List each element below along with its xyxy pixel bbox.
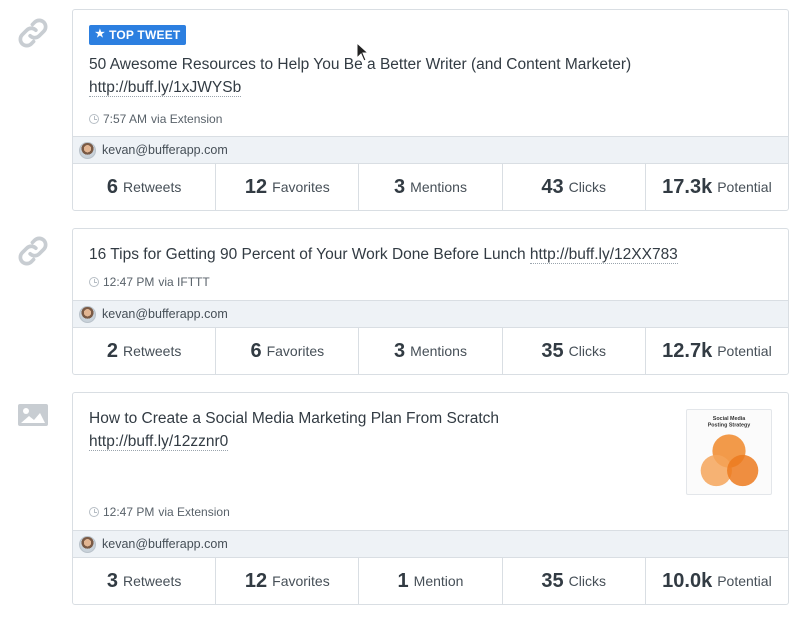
stat-label: Retweets bbox=[122, 573, 182, 589]
post-via: via IFTTT bbox=[158, 275, 210, 289]
account-bar: kevan@bufferapp.com bbox=[73, 136, 788, 164]
star-icon: ★ bbox=[95, 28, 106, 40]
clock-icon bbox=[89, 114, 99, 124]
post-meta: 12:47 PM via IFTTT bbox=[89, 275, 210, 289]
stat-number: 1 bbox=[397, 569, 409, 592]
stat-clicks[interactable]: 35 Clicks bbox=[501, 328, 645, 374]
stat-label: Mentions bbox=[410, 343, 467, 359]
stat-clicks[interactable]: 43 Clicks bbox=[501, 164, 645, 210]
post-link[interactable]: http://buff.ly/12zznr0 bbox=[89, 433, 229, 451]
post-text-content: 16 Tips for Getting 90 Percent of Your W… bbox=[89, 246, 526, 263]
stat-label: Potential bbox=[717, 343, 772, 359]
stat-label: Retweets bbox=[122, 343, 182, 359]
stat-number: 3 bbox=[394, 339, 406, 362]
clock-icon bbox=[89, 277, 99, 287]
stat-label: Mention bbox=[413, 573, 464, 589]
stat-clicks[interactable]: 35 Clicks bbox=[501, 558, 645, 604]
post-meta: 12:47 PM via Extension bbox=[89, 505, 230, 519]
stat-number: 6 bbox=[250, 339, 262, 362]
thumbnail-title-line1: Social Media bbox=[713, 416, 746, 422]
post-link[interactable]: http://buff.ly/12XX783 bbox=[529, 246, 678, 264]
mouse-cursor-icon bbox=[356, 41, 370, 62]
post-time: 7:57 AM bbox=[103, 112, 148, 126]
post-meta: 7:57 AM via Extension bbox=[89, 112, 222, 126]
post-thumbnail[interactable]: Social Media Posting Strategy bbox=[686, 409, 772, 495]
stat-label: Clicks bbox=[568, 573, 606, 589]
stat-number: 12 bbox=[244, 569, 268, 592]
post-time: 12:47 PM bbox=[103, 275, 155, 289]
stat-retweets[interactable]: 6 Retweets bbox=[73, 164, 215, 210]
stat-mentions[interactable]: 3 Mentions bbox=[358, 164, 501, 210]
stat-potential[interactable]: 12.7k Potential bbox=[644, 328, 788, 374]
account-email: kevan@bufferapp.com bbox=[102, 537, 228, 551]
stat-retweets[interactable]: 2 Retweets bbox=[73, 328, 215, 374]
stat-label: Potential bbox=[717, 573, 772, 589]
post-card: ★ TOP TWEET 50 Awesome Resources to Help… bbox=[72, 9, 789, 211]
stat-number: 6 bbox=[106, 175, 118, 198]
image-icon bbox=[16, 398, 50, 432]
post-text: 16 Tips for Getting 90 Percent of Your W… bbox=[89, 243, 772, 266]
account-email: kevan@bufferapp.com bbox=[102, 143, 228, 157]
post-card: 16 Tips for Getting 90 Percent of Your W… bbox=[72, 228, 789, 375]
top-tweet-badge: ★ TOP TWEET bbox=[89, 24, 187, 45]
stat-number: 35 bbox=[541, 339, 564, 362]
stat-potential[interactable]: 17.3k Potential bbox=[644, 164, 788, 210]
stat-label: Retweets bbox=[122, 179, 182, 195]
post-time: 12:47 PM bbox=[103, 505, 155, 519]
avatar bbox=[79, 305, 96, 323]
stat-number: 12 bbox=[244, 175, 268, 198]
avatar bbox=[79, 535, 96, 553]
stats-row: 6 Retweets 12 Favorites 3 Mentions 43 Clicks… bbox=[73, 164, 788, 210]
post-via: via Extension bbox=[151, 112, 223, 126]
stat-label: Clicks bbox=[568, 179, 606, 195]
stat-label: Mentions bbox=[410, 179, 467, 195]
avatar bbox=[79, 141, 96, 159]
post-text-content: How to Create a Social Media Marketing P… bbox=[89, 410, 500, 427]
stat-label: Favorites bbox=[272, 179, 330, 195]
link-icon bbox=[16, 234, 50, 268]
badge-label: TOP TWEET bbox=[109, 27, 181, 42]
stat-favorites[interactable]: 12 Favorites bbox=[215, 558, 358, 604]
stat-retweets[interactable]: 3 Retweets bbox=[73, 558, 215, 604]
stat-mentions[interactable]: 3 Mentions bbox=[358, 328, 501, 374]
account-bar: kevan@bufferapp.com bbox=[73, 300, 788, 328]
account-email: kevan@bufferapp.com bbox=[102, 307, 228, 321]
stat-number: 10.0k bbox=[662, 569, 713, 592]
clock-icon bbox=[89, 507, 99, 517]
stat-potential[interactable]: 10.0k Potential bbox=[644, 558, 788, 604]
stat-number: 3 bbox=[106, 569, 118, 592]
link-icon bbox=[16, 16, 50, 50]
account-bar: kevan@bufferapp.com bbox=[73, 530, 788, 558]
stat-label: Potential bbox=[717, 179, 772, 195]
post-text: 50 Awesome Resources to Help You Be a Be… bbox=[89, 53, 772, 99]
post-text: How to Create a Social Media Marketing P… bbox=[89, 407, 649, 453]
stat-label: Favorites bbox=[266, 343, 325, 359]
stat-label: Clicks bbox=[568, 343, 606, 359]
thumbnail-title-line2: Posting Strategy bbox=[708, 423, 751, 429]
stat-number: 43 bbox=[541, 175, 564, 198]
stat-number: 35 bbox=[541, 569, 564, 592]
stat-number: 3 bbox=[394, 175, 406, 198]
stat-number: 17.3k bbox=[662, 175, 713, 198]
stat-mentions[interactable]: 1 Mention bbox=[358, 558, 501, 604]
stats-row: 2 Retweets 6 Favorites 3 Mentions 35 Clicks … bbox=[73, 328, 788, 374]
post-card: How to Create a Social Media Marketing P… bbox=[72, 392, 789, 605]
stats-row: 3 Retweets 12 Favorites 1 Mention 35 Clicks … bbox=[73, 558, 788, 604]
stat-label: Favorites bbox=[272, 573, 330, 589]
stat-number: 12.7k bbox=[662, 339, 713, 362]
stat-favorites[interactable]: 12 Favorites bbox=[215, 164, 358, 210]
post-via: via Extension bbox=[158, 505, 230, 519]
post-link[interactable]: http://buff.ly/1xJWYSb bbox=[89, 78, 242, 97]
stat-number: 2 bbox=[106, 339, 118, 362]
stat-favorites[interactable]: 6 Favorites bbox=[215, 328, 358, 374]
